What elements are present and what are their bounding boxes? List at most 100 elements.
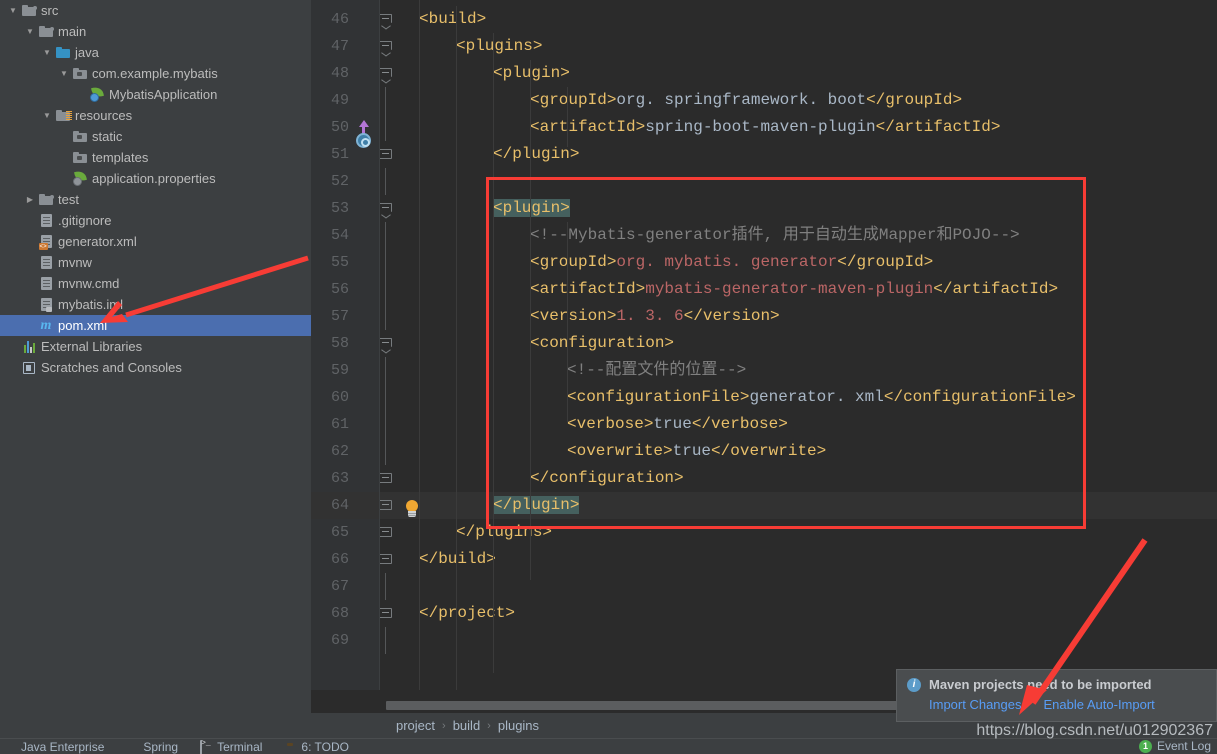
tree-item-main[interactable]: ▼ main — [0, 21, 311, 42]
fold-start-icon[interactable] — [379, 14, 392, 26]
fold-end-icon[interactable] — [379, 527, 392, 539]
status-bar-item-6-todo[interactable]: 6: TODO — [284, 740, 349, 754]
fold-end-icon[interactable] — [379, 500, 392, 512]
code-editor[interactable]: 46 <build> 47 <plugins> 48 <plugin> 49 <groupId… — [311, 0, 1217, 713]
fold-start-icon[interactable] — [379, 68, 392, 80]
maven-reimport-gutter-icon[interactable] — [352, 120, 374, 152]
tree-item-label: generator.xml — [58, 234, 137, 249]
tree-item-external-libraries[interactable]: ▼ External Libraries — [0, 336, 311, 357]
fold-start-icon[interactable] — [379, 203, 392, 215]
code-text: <build> — [419, 6, 486, 33]
code-line[interactable]: 53 <plugin> — [311, 195, 1217, 222]
code-line[interactable]: 60 <configurationFile>generator. xml</con… — [311, 384, 1217, 411]
code-token: <plugin> — [493, 199, 570, 217]
code-line[interactable]: 58 <configuration> — [311, 330, 1217, 357]
code-line[interactable]: 67 — [311, 573, 1217, 600]
code-line[interactable]: 56 <artifactId>mybatis-generator-maven-pl… — [311, 276, 1217, 303]
chevron-placeholder: ▼ — [23, 238, 37, 246]
fold-region-line — [385, 384, 386, 411]
chevron-down-icon[interactable]: ▼ — [6, 6, 20, 15]
tree-item-test[interactable]: ▶ test — [0, 189, 311, 210]
project-tree-panel[interactable]: ▼ src ▼ main ▼ java ▼ com.example.mybatis ▼ Mybat… — [0, 0, 311, 736]
tree-item-mybatisapplication[interactable]: ▼ MybatisApplication — [0, 84, 311, 105]
tree-item-src[interactable]: ▼ src — [0, 0, 311, 21]
code-token: </configuration> — [530, 469, 684, 487]
code-line[interactable]: 52 — [311, 168, 1217, 195]
fold-region-line — [385, 114, 386, 141]
code-line[interactable]: 64 </plugin> — [311, 492, 1217, 519]
tree-item-java[interactable]: ▼ java — [0, 42, 311, 63]
code-line[interactable]: 48 <plugin> — [311, 60, 1217, 87]
code-line[interactable]: 63 </configuration> — [311, 465, 1217, 492]
breadcrumb-item-plugins[interactable]: plugins — [498, 718, 539, 733]
enable-auto-import-link[interactable]: Enable Auto-Import — [1044, 697, 1155, 712]
chevron-down-icon[interactable]: ▼ — [40, 48, 54, 57]
chevron-down-icon[interactable]: ▼ — [57, 69, 71, 78]
status-bar-item-terminal[interactable]: Terminal — [200, 739, 262, 754]
tree-item-com-example-mybatis[interactable]: ▼ com.example.mybatis — [0, 63, 311, 84]
fold-start-icon[interactable] — [379, 41, 392, 53]
code-token: org. springframework. boot — [616, 91, 867, 109]
line-number: 46 — [330, 11, 349, 28]
code-line[interactable]: 49 <groupId>org. springframework. boot</g… — [311, 87, 1217, 114]
fold-end-icon[interactable] — [379, 554, 392, 566]
tree-item-static[interactable]: ▼ static — [0, 126, 311, 147]
code-line[interactable]: 66 </build> — [311, 546, 1217, 573]
chevron-down-icon[interactable]: ▼ — [40, 111, 54, 120]
status-bar[interactable]: Java Enterprise Spring Terminal 6: TODO — [0, 738, 1217, 754]
code-line[interactable]: 50 <artifactId>spring-boot-maven-plugin</… — [311, 114, 1217, 141]
breadcrumb-item-project[interactable]: project — [396, 718, 435, 733]
folder-resources — [54, 110, 72, 121]
code-line[interactable]: 68 </project> — [311, 600, 1217, 627]
code-line[interactable]: 57 <version>1. 3. 6</version> — [311, 303, 1217, 330]
fold-end-icon[interactable] — [379, 608, 392, 620]
tree-item-gitignore[interactable]: ▼ .gitignore — [0, 210, 311, 231]
file-icon — [37, 277, 55, 290]
code-line[interactable]: 65 </plugins> — [311, 519, 1217, 546]
notification-title: Maven projects need to be imported — [929, 677, 1152, 692]
tree-item-label: mybatis.iml — [58, 297, 124, 312]
status-bar-item-java-enterprise[interactable]: Java Enterprise — [4, 740, 104, 754]
tree-item-generator-xml[interactable]: ▼ generator.xml — [0, 231, 311, 252]
folder-package — [71, 152, 89, 163]
code-line[interactable]: 69 — [311, 627, 1217, 654]
breadcrumb-item-build[interactable]: build — [453, 718, 480, 733]
fold-region-line — [385, 168, 386, 195]
code-line[interactable]: 62 <overwrite>true</overwrite> — [311, 438, 1217, 465]
fold-start-icon[interactable] — [379, 338, 392, 350]
event-log-button[interactable]: 1 Event Log — [1138, 738, 1211, 754]
status-bar-item-spring[interactable]: Spring — [126, 740, 178, 754]
code-line[interactable]: 54 <!--Mybatis-generator插件, 用于自动生成Mapper和… — [311, 222, 1217, 249]
chevron-right-icon[interactable]: ▶ — [23, 195, 37, 204]
folder-src — [37, 194, 55, 205]
todo-icon — [284, 741, 297, 753]
status-bar-item-label: Java Enterprise — [21, 739, 105, 754]
ide-window: ▼ src ▼ main ▼ java ▼ com.example.mybatis ▼ Mybat… — [0, 0, 1217, 754]
status-bar-item-label: 6: TODO — [301, 739, 349, 754]
code-line[interactable]: 47 <plugins> — [311, 33, 1217, 60]
code-line[interactable]: 61 <verbose>true</verbose> — [311, 411, 1217, 438]
code-line[interactable]: 55 <groupId>org. mybatis. generator</grou… — [311, 249, 1217, 276]
tree-item-pom-xml[interactable]: ▼m pom.xml — [0, 315, 311, 336]
tree-item-scratches-and-consoles[interactable]: ▼ Scratches and Consoles — [0, 357, 311, 378]
line-number: 60 — [330, 389, 349, 406]
tree-item-mybatis-iml[interactable]: ▼ mybatis.iml — [0, 294, 311, 315]
tree-item-mvnw[interactable]: ▼ mvnw — [0, 252, 311, 273]
tree-item-resources[interactable]: ▼ resources — [0, 105, 311, 126]
import-changes-link[interactable]: Import Changes — [929, 697, 1022, 712]
tree-item-mvnw-cmd[interactable]: ▼ mvnw.cmd — [0, 273, 311, 294]
fold-region-line — [385, 249, 386, 276]
spring-leaf-icon — [126, 741, 139, 753]
line-number: 57 — [330, 308, 349, 325]
code-line[interactable]: 51 </plugin> — [311, 141, 1217, 168]
code-line[interactable]: 46 <build> — [311, 6, 1217, 33]
intention-bulb-icon[interactable] — [404, 500, 420, 519]
fold-end-icon[interactable] — [379, 149, 392, 161]
tree-item-templates[interactable]: ▼ templates — [0, 147, 311, 168]
fold-end-icon[interactable] — [379, 473, 392, 485]
maven-import-notification[interactable]: i Maven projects need to be imported Imp… — [896, 669, 1217, 722]
code-token: spring-boot-maven-plugin — [645, 118, 876, 136]
code-line[interactable]: 59 <!--配置文件的位置--> — [311, 357, 1217, 384]
chevron-down-icon[interactable]: ▼ — [23, 27, 37, 36]
tree-item-application-properties[interactable]: ▼ application.properties — [0, 168, 311, 189]
